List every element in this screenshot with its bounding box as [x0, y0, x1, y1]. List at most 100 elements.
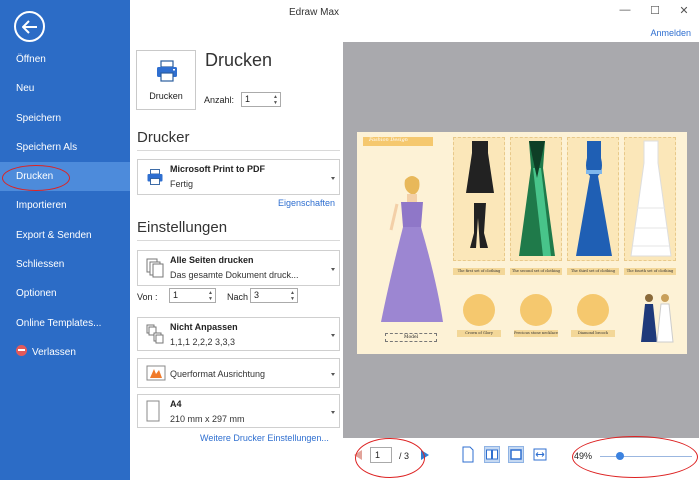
minimize-icon: — [619, 4, 631, 16]
title-bar: Edraw Max — ☐ ✕ [130, 0, 699, 28]
printer-heading: Drucker [137, 129, 190, 146]
brooch-icon [577, 294, 609, 326]
paper-size-dropdown[interactable]: A4 210 mm x 297 mm [137, 394, 340, 428]
zoom-level: 49% [574, 451, 593, 461]
accessory-caption: Crown of Glory [457, 330, 501, 337]
sidebar-item-close[interactable]: Schliessen [0, 250, 130, 279]
print-button-label: Drucken [149, 91, 183, 101]
printer-status: Fertig [170, 179, 194, 189]
from-page-value: 1 [173, 290, 179, 300]
sidebar-item-new[interactable]: Neu [0, 74, 130, 103]
paper-title: A4 [170, 399, 182, 409]
sidebar-item-open[interactable]: Öffnen [0, 45, 130, 74]
edraw-max-window: Öffnen Neu Speichern Speichern Als Druck… [0, 0, 699, 480]
clothing-caption: The fourth set of clothing [624, 268, 676, 275]
clothing-caption: The second set of clothing [510, 268, 562, 275]
page-range-subtitle: Das gesamte Dokument druck... [170, 270, 299, 280]
chevron-down-icon [331, 373, 335, 376]
page-total: / 3 [399, 451, 410, 461]
copies-label: Anzahl: [204, 95, 235, 105]
clothing-caption: The third set of clothing [567, 268, 619, 275]
accessory-caption: Diamond brooch [571, 330, 615, 337]
divider [137, 240, 340, 241]
two-pages-icon [486, 449, 498, 460]
sidebar-item-import[interactable]: Importieren [0, 191, 130, 220]
back-button[interactable] [14, 11, 45, 42]
white-dress-image [630, 140, 672, 257]
crown-icon [463, 294, 495, 326]
sidebar-item-label: Verlassen [32, 346, 76, 358]
orientation-title: Querformat Ausrichtung [170, 369, 266, 379]
two-page-view-button[interactable] [484, 446, 500, 463]
landscape-icon [146, 365, 166, 381]
black-dress-image [466, 141, 494, 248]
sidebar-item-online-templates[interactable]: Online Templates... [0, 309, 130, 338]
preview-page: Fashion Design Model The first set of cl… [357, 132, 687, 354]
blue-dress-image [576, 141, 612, 256]
fit-width-icon [533, 448, 547, 461]
previous-page-icon[interactable] [354, 450, 362, 460]
sidebar-item-print[interactable]: Drucken [0, 162, 130, 192]
exit-icon [16, 344, 27, 356]
clothing-card [624, 137, 676, 261]
printer-dropdown[interactable]: Microsoft Print to PDF Fertig [137, 159, 340, 195]
collate-dropdown[interactable]: Nicht Anpassen 1,1,1 2,2,2 3,3,3 [137, 317, 340, 351]
clothing-card [510, 137, 562, 261]
print-heading: Drucken [205, 50, 273, 70]
collate-title: Nicht Anpassen [170, 322, 238, 332]
fit-width-view-button[interactable] [532, 446, 548, 463]
sidebar-item-label: Optionen [16, 288, 57, 300]
divider [137, 150, 340, 151]
close-button[interactable]: ✕ [673, 2, 695, 18]
to-page-stepper[interactable]: 3 ▲ ▼ [250, 288, 298, 303]
sidebar-item-exit[interactable]: Verlassen [0, 338, 130, 367]
from-page-stepper[interactable]: 1 ▲ ▼ [169, 288, 216, 303]
sidebar-item-label: Öffnen [16, 54, 46, 65]
printer-icon [157, 60, 177, 82]
stepper-arrows-icon[interactable]: ▲ ▼ [208, 290, 213, 302]
page-number-input[interactable]: 1 [370, 447, 392, 463]
orientation-dropdown[interactable]: Querformat Ausrichtung [137, 358, 340, 388]
zoom-slider-thumb[interactable] [616, 452, 624, 460]
clothing-card [453, 137, 505, 261]
chevron-down-icon [331, 334, 335, 337]
more-printer-settings-link[interactable]: Weitere Drucker Einstellungen... [200, 433, 329, 443]
arrow-left-icon [21, 19, 37, 34]
minimize-button[interactable]: — [614, 2, 636, 18]
print-button[interactable]: Drucken [136, 50, 196, 110]
next-page-icon[interactable] [421, 450, 429, 460]
model-label: Model [385, 333, 437, 342]
printer-properties-link[interactable]: Eigenschaften [278, 198, 335, 208]
sidebar-item-export-send[interactable]: Export & Senden [0, 221, 130, 250]
zoom-slider-track[interactable] [600, 456, 692, 457]
highlight-ellipse [2, 165, 70, 192]
sidebar-item-label: Online Templates... [16, 317, 102, 329]
signin-link[interactable]: Anmelden [650, 28, 691, 38]
page-range-dropdown[interactable]: Alle Seiten drucken Das gesamte Dokument… [137, 250, 340, 286]
sidebar-item-label: Schliessen [16, 259, 65, 271]
pages-icon [146, 258, 164, 278]
to-page-value: 3 [254, 290, 260, 300]
single-page-view-button[interactable] [460, 446, 476, 463]
paper-subtitle: 210 mm x 297 mm [170, 414, 245, 424]
collate-subtitle: 1,1,1 2,2,2 3,3,3 [170, 337, 236, 347]
chevron-down-icon [331, 268, 335, 271]
stepper-arrows-icon[interactable]: ▲ ▼ [290, 290, 295, 302]
green-dress-image [519, 141, 555, 256]
printer-name: Microsoft Print to PDF [170, 164, 265, 174]
sidebar-item-save-as[interactable]: Speichern Als [0, 133, 130, 162]
printer-icon [147, 169, 163, 185]
sidebar-item-label: Speichern Als [16, 141, 78, 153]
collate-icon [146, 324, 164, 344]
fit-page-view-button[interactable] [508, 446, 524, 463]
copies-stepper[interactable]: 1 ▲ ▼ [241, 92, 281, 107]
sheet-title: Fashion Design [369, 137, 408, 143]
sidebar-item-label: Neu [16, 83, 35, 95]
sidebar-item-options[interactable]: Optionen [0, 279, 130, 308]
maximize-button[interactable]: ☐ [644, 2, 666, 18]
models-group-image [641, 294, 674, 343]
window-title: Edraw Max [289, 7, 340, 18]
necklace-icon [520, 294, 552, 326]
sidebar-item-save[interactable]: Speichern [0, 104, 130, 133]
stepper-arrows-icon[interactable]: ▲ ▼ [273, 94, 278, 106]
